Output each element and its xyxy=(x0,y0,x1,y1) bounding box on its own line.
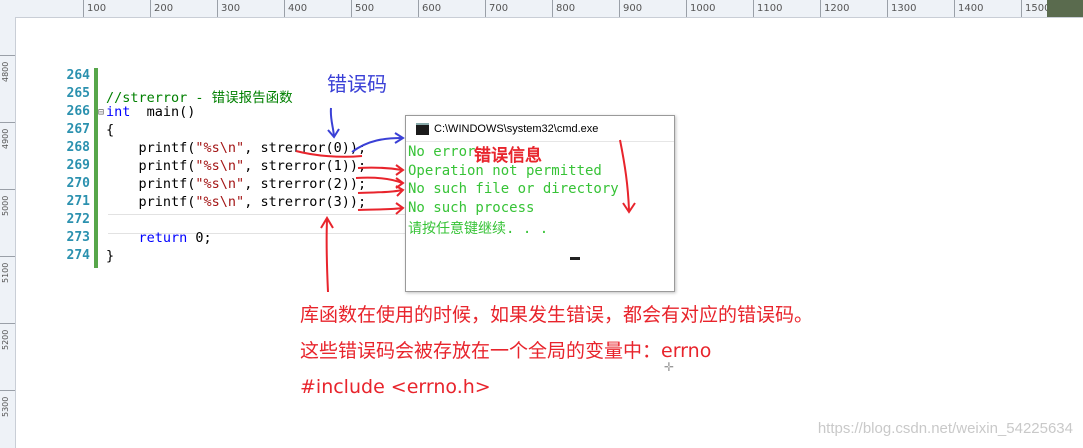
code-segment: 0; xyxy=(187,230,212,246)
watermark: https://blog.csdn.net/weixin_54225634 xyxy=(817,420,1073,437)
line-number: 273 xyxy=(66,230,90,245)
code-segment: printf( xyxy=(106,140,196,156)
error-info-annotation: 错误信息 xyxy=(474,146,542,166)
ruler-tick: 400 xyxy=(284,0,307,17)
window-corner xyxy=(1047,0,1083,17)
code-line: } xyxy=(106,248,115,264)
string-literal: "%s\n" xyxy=(195,176,245,192)
ruler-tick: 1400 xyxy=(954,0,983,17)
code-segment: printf( xyxy=(106,194,196,210)
ruler-tick: 300 xyxy=(217,0,240,17)
ruler-tick: 700 xyxy=(485,0,508,17)
line-number: 266 xyxy=(66,104,90,119)
line-number: 272 xyxy=(66,212,90,227)
code-editor[interactable]: 264 265 266 267 268 269 270 271 272 273 … xyxy=(60,68,408,268)
ruler-tick: 200 xyxy=(150,0,173,17)
code-segment: main() xyxy=(130,104,196,120)
code-line: printf("%s\n", strerror(0)); xyxy=(106,140,367,158)
code-segment: printf( xyxy=(106,176,196,192)
ruler-tick: 1300 xyxy=(887,0,916,17)
explanation-notes: 库函数在使用的时候，如果发生错误，都会有对应的错误码。 这些错误码会被存放在一个… xyxy=(300,300,813,408)
note-line: 这些错误码会被存放在一个全局的变量中：errno xyxy=(300,340,712,362)
note-line: #include <errno.h> xyxy=(300,376,491,398)
code-line: printf("%s\n", strerror(3)); xyxy=(106,194,367,212)
ruler-tick: 4900 xyxy=(0,122,15,149)
ruler-tick: 600 xyxy=(418,0,441,17)
ruler-tick: 500 xyxy=(351,0,374,17)
keyword: return xyxy=(138,230,188,246)
line-number: 268 xyxy=(66,140,90,155)
code-segment: , strerror(1)); xyxy=(244,158,367,174)
ruler-tick: 1200 xyxy=(820,0,849,17)
line-number: 274 xyxy=(66,248,90,263)
ruler-tick: 100 xyxy=(83,0,106,17)
ruler-tick: 800 xyxy=(552,0,575,17)
code-segment: printf( xyxy=(106,158,196,174)
line-number: 265 xyxy=(66,86,90,101)
code-line: printf("%s\n", strerror(2)); xyxy=(106,176,367,194)
note-line: 库函数在使用的时候，如果发生错误，都会有对应的错误码。 xyxy=(300,304,814,326)
code-line: printf("%s\n", strerror(1)); xyxy=(106,158,367,176)
code-text[interactable]: //strerror - 错误报告函数 int main() { printf(… xyxy=(106,68,366,266)
ruler-tick: 5000 xyxy=(0,189,15,216)
cmd-title-bar[interactable]: C:\WINDOWS\system32\cmd.exe xyxy=(406,116,674,142)
ruler-tick: 1100 xyxy=(753,0,782,17)
ruler-tick: 1000 xyxy=(686,0,715,17)
code-line: int main() xyxy=(106,104,366,122)
console-line: 请按任意键继续. . . xyxy=(408,221,549,237)
ruler-tick: 5300 xyxy=(0,390,15,417)
crosshair-cursor-icon: ✛ xyxy=(664,360,675,374)
code-segment: , strerror(0)); xyxy=(244,140,367,156)
code-segment: , strerror(2)); xyxy=(244,176,367,192)
line-number: 271 xyxy=(66,194,90,209)
ruler-tick: 900 xyxy=(619,0,642,17)
error-code-annotation: 错误码 xyxy=(327,72,387,96)
ruler-tick: 4800 xyxy=(0,55,15,82)
code-line: return 0; xyxy=(106,230,366,248)
line-number: 264 xyxy=(66,68,90,83)
keyword: int xyxy=(106,104,131,120)
line-number: 267 xyxy=(66,122,90,137)
line-number: 269 xyxy=(66,158,90,173)
line-number-gutter: 264 265 266 267 268 269 270 271 272 273 … xyxy=(60,68,94,266)
string-literal: "%s\n" xyxy=(195,158,245,174)
top-ruler: 100 200 300 400 500 600 700 800 900 1000… xyxy=(0,0,1083,18)
cmd-window-title: C:\WINDOWS\system32\cmd.exe xyxy=(434,122,599,135)
console-cursor xyxy=(570,257,580,260)
ruler-tick: 5200 xyxy=(0,323,15,350)
string-literal: "%s\n" xyxy=(195,194,245,210)
console-line: No such file or directory xyxy=(408,181,619,197)
string-literal: "%s\n" xyxy=(195,140,245,156)
code-line: { xyxy=(106,122,115,138)
line-number: 270 xyxy=(66,176,90,191)
ruler-tick: 5100 xyxy=(0,256,15,283)
console-line: No such process xyxy=(408,199,535,216)
change-indicator-bar xyxy=(94,68,98,268)
minus-box-icon[interactable]: ⊟ xyxy=(98,107,104,118)
console-icon xyxy=(416,122,429,135)
left-ruler: 4800 4900 5000 5100 5200 5300 xyxy=(0,17,16,448)
ruler-tick: 1500 xyxy=(1021,0,1050,17)
code-segment: , strerror(3)); xyxy=(244,194,367,210)
